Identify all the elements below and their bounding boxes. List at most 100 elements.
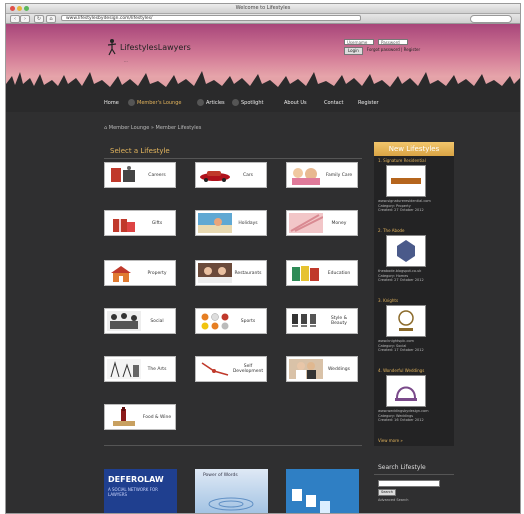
tile-label: Money (331, 220, 347, 226)
lifestyle-tile-education[interactable]: Education (286, 260, 358, 286)
tile-label: Food & Wine (142, 414, 172, 420)
cars-thumbnail (198, 165, 232, 185)
address-bar[interactable]: www.lifestylesbydesign.com/lifestyles/ (61, 15, 361, 21)
new-lifestyle-item[interactable]: 4. Wonderful Weddings www.weddingsbydesi… (378, 368, 452, 423)
site-header: LifestylesLawyers ... Username Password … (6, 24, 520, 94)
articles-icon (197, 99, 204, 106)
select-lifestyle-heading: Select a Lifestyle (110, 147, 170, 155)
item-thumbnail[interactable] (386, 235, 426, 267)
lifestyle-tile-restaurants[interactable]: Restaurants (195, 260, 267, 286)
blue-ad[interactable] (286, 469, 359, 513)
breadcrumb-member-lifestyles: Member Lifestyles (155, 125, 202, 131)
lifestyle-tile-cars[interactable]: Cars (195, 162, 267, 188)
nav-spotlight[interactable]: Spotlight (241, 100, 263, 106)
item-created: Created: 27 October 2012 (378, 208, 424, 212)
nav-about-us[interactable]: About Us (284, 100, 307, 106)
item-title[interactable]: 1. Signature Residential (378, 158, 452, 163)
nav-members-lounge[interactable]: Member's Lounge (137, 100, 181, 106)
lifestyle-tile-self-development[interactable]: Self Development (195, 356, 267, 382)
lifestyle-tile-gifts[interactable]: Gifts (104, 210, 176, 236)
tile-label: Gifts (151, 220, 163, 226)
search-lifestyle-input[interactable] (378, 480, 440, 487)
nav-home[interactable]: Home (104, 100, 119, 106)
ad-graphic (292, 489, 330, 513)
divider (374, 474, 454, 475)
login-box: Username Password Login Forgot password … (344, 39, 420, 57)
lifestyle-tile-property[interactable]: Property (104, 260, 176, 286)
new-lifestyles-sidebar: New Lifestyles 1. Signature Residential … (374, 142, 454, 446)
divider (104, 158, 362, 159)
deferolaw-ad[interactable]: DEFEROLAW A SOCIAL NETWORK FOR LAWYERS (104, 469, 177, 513)
food-wine-thumbnail (107, 407, 141, 427)
tile-label: Property (147, 270, 167, 276)
login-button[interactable]: Login (344, 47, 363, 55)
new-lifestyle-item[interactable]: 1. Signature Residential www.signaturere… (378, 158, 452, 213)
ad-subtitle: A SOCIAL NETWORK FOR LAWYERS (108, 487, 158, 497)
lounge-icon (128, 99, 135, 106)
reload-button[interactable]: ↻ (34, 15, 44, 23)
lifestyle-tile-careers[interactable]: Careers (104, 162, 176, 188)
lifestyle-tile-food-wine[interactable]: Food & Wine (104, 404, 176, 430)
lifestyle-tile-holidays[interactable]: Holidays (195, 210, 267, 236)
search-lifestyle-button[interactable]: Search (378, 489, 397, 496)
tile-label: Self Development (232, 364, 264, 374)
advanced-search-link[interactable]: Advanced Search (378, 498, 408, 502)
style-beauty-thumbnail (289, 311, 323, 331)
view-more-link[interactable]: View more » (378, 438, 403, 443)
item-thumbnail[interactable] (386, 375, 426, 407)
back-button[interactable]: ‹ (10, 15, 20, 23)
browser-toolbar: ‹ › ↻ ⌂ www.lifestylesbydesign.com/lifes… (6, 14, 520, 24)
lifestyle-tile-family-care[interactable]: Family Care (286, 162, 358, 188)
gifts-thumbnail (107, 213, 141, 233)
self-development-thumbnail (198, 359, 232, 379)
new-lifestyle-item[interactable]: 3. Knights www.knightsplc.com Category: … (378, 298, 452, 353)
tile-label: Education (327, 270, 351, 276)
main-navigation: Home Member's Lounge Articles Spotlight … (6, 94, 520, 112)
search-lifestyle-heading: Search Lifestyle (378, 464, 426, 471)
item-thumbnail[interactable] (386, 165, 426, 197)
careers-thumbnail (107, 165, 141, 185)
tile-label: Restaurants (234, 270, 262, 276)
lifestyle-tile-sports[interactable]: Sports (195, 308, 267, 334)
tile-label: Sports (240, 318, 256, 324)
lifestyle-tile-style-beauty[interactable]: Style & Beauty (286, 308, 358, 334)
lifestyle-tile-social[interactable]: Social (104, 308, 176, 334)
lifestyle-tile-weddings[interactable]: Weddings (286, 356, 358, 382)
breadcrumb-member-lounge[interactable]: Member Lounge (109, 125, 150, 131)
tile-label: Family Care (325, 172, 353, 178)
item-created: Created: 16 October 2012 (378, 418, 424, 422)
item-title[interactable]: 4. Wonderful Weddings (378, 368, 452, 373)
nav-contact[interactable]: Contact (324, 100, 343, 106)
login-links[interactable]: Forgot password | Register (367, 47, 420, 55)
power-of-words-ad[interactable]: Power of Words (195, 469, 268, 513)
nav-register[interactable]: Register (358, 100, 379, 106)
item-created: Created: 17 October 2012 (378, 348, 424, 352)
browser-search-field[interactable] (470, 15, 512, 23)
site-logo[interactable]: LifestylesLawyers (106, 38, 191, 56)
logo-text: LifestylesLawyers (120, 42, 191, 52)
education-thumbnail (289, 263, 323, 283)
username-input[interactable]: Username (344, 39, 374, 45)
lifestyle-tile-money[interactable]: Money (286, 210, 358, 236)
tile-label: Style & Beauty (330, 316, 348, 326)
grass-silhouette (6, 71, 520, 94)
ad-title: Power of Words (203, 473, 238, 478)
forward-button[interactable]: › (20, 15, 30, 23)
weddings-thumbnail (289, 359, 323, 379)
new-lifestyle-item[interactable]: 2. The Abode theabode.blogspot.co.uk Cat… (378, 228, 452, 283)
social-thumbnail (107, 311, 141, 331)
home-icon[interactable]: ⌂ (46, 15, 56, 23)
tile-label: The Arts (147, 366, 167, 372)
item-title[interactable]: 3. Knights (378, 298, 452, 303)
tile-label: Cars (242, 172, 254, 178)
password-input[interactable]: Password (378, 39, 408, 45)
family-care-thumbnail (289, 165, 323, 185)
nav-articles[interactable]: Articles (206, 100, 225, 106)
divider (104, 445, 362, 446)
item-thumbnail[interactable] (386, 305, 426, 337)
tile-label: Holidays (238, 220, 258, 226)
item-title[interactable]: 2. The Abode (378, 228, 452, 233)
browser-window: Welcome to Lifestyles ‹ › ↻ ⌂ www.lifest… (5, 3, 521, 514)
lifestyle-tile-the-arts[interactable]: The Arts (104, 356, 176, 382)
logo-tagline: ... (124, 58, 128, 63)
